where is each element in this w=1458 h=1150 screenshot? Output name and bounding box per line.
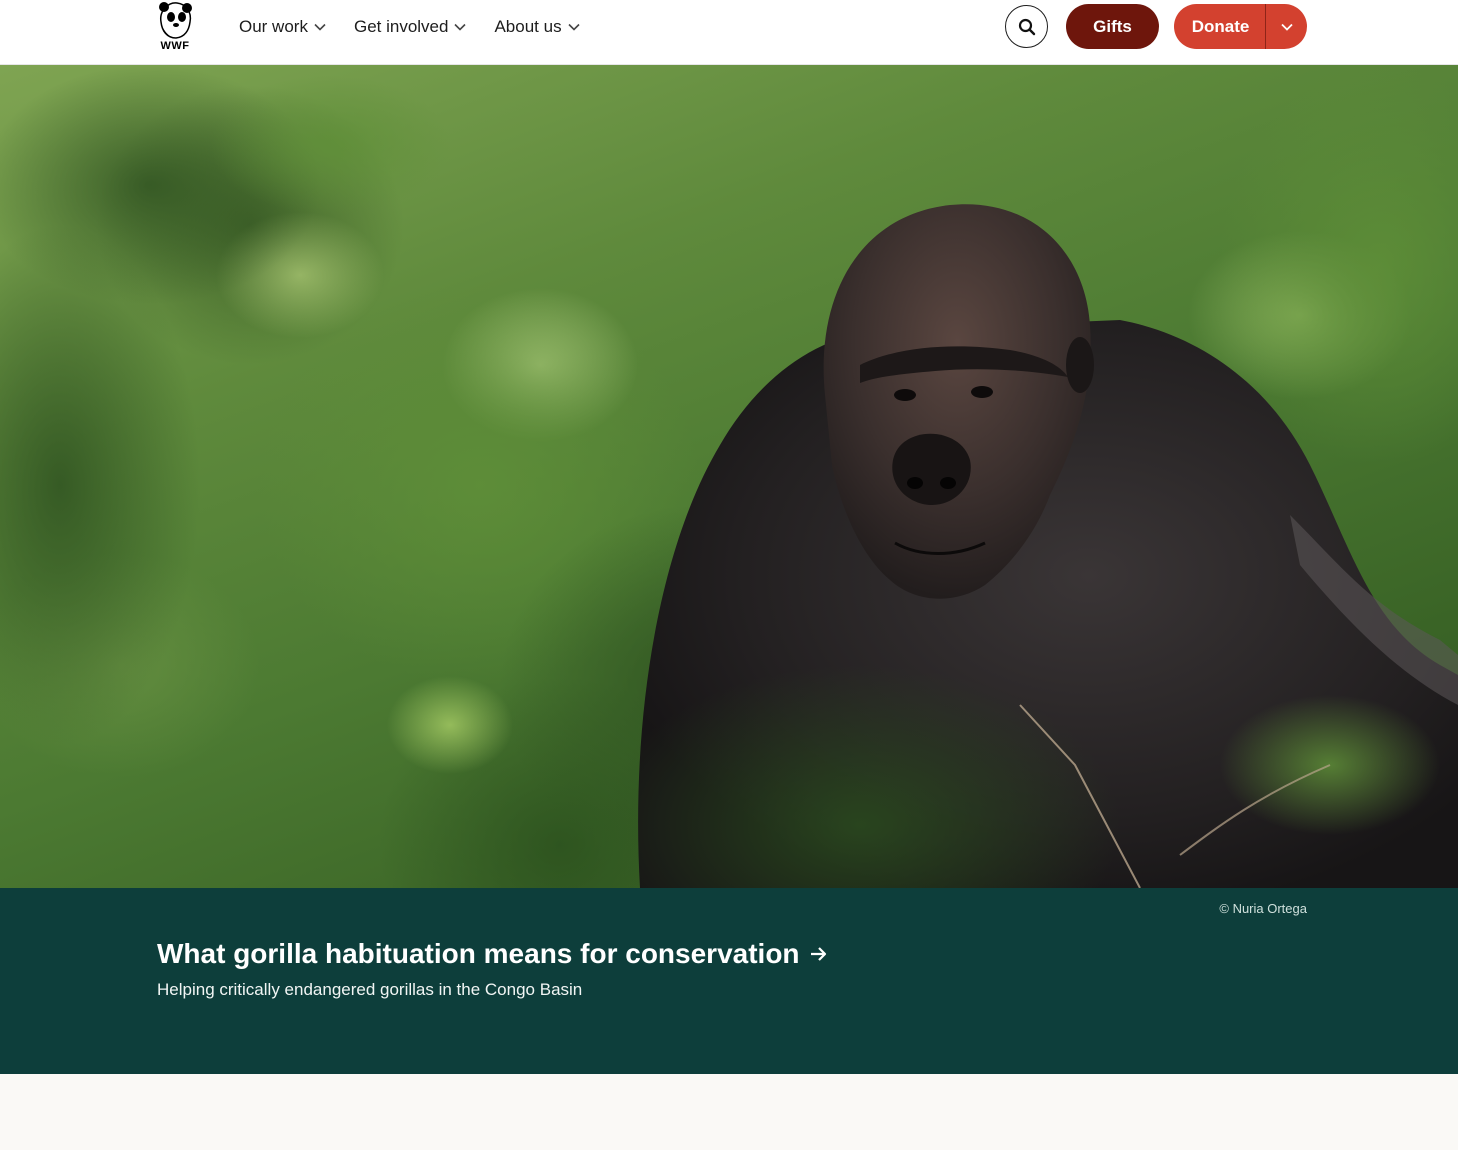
site-header: WWF Our work Get involved About us Gifts… <box>0 0 1458 65</box>
nav-item-get-involved[interactable]: Get involved <box>354 17 467 37</box>
nav-item-our-work[interactable]: Our work <box>239 17 326 37</box>
hero-image <box>0 65 1458 888</box>
search-icon <box>1018 18 1035 35</box>
story-subtitle: Helping critically endangered gorillas i… <box>157 980 583 999</box>
donate-menu-button[interactable] <box>1266 4 1307 49</box>
story-title-text: What gorilla habituation means for conse… <box>157 938 800 969</box>
gifts-button[interactable]: Gifts <box>1066 4 1159 49</box>
panda-logo-icon <box>159 2 192 39</box>
page-content-area <box>0 1074 1458 1150</box>
chevron-down-icon <box>1280 23 1293 31</box>
nav-item-label: About us <box>494 17 562 36</box>
arrow-right-icon <box>810 946 828 962</box>
search-button[interactable] <box>1005 5 1048 48</box>
donate-split-button: Donate <box>1174 4 1307 49</box>
nav-item-about-us[interactable]: About us <box>494 17 580 37</box>
gorilla-illustration <box>0 65 1458 888</box>
logo-text: WWF <box>160 40 190 52</box>
wwf-logo[interactable]: WWF <box>155 0 195 56</box>
chevron-down-icon <box>454 23 467 31</box>
nav-item-label: Get involved <box>353 17 449 36</box>
photo-credit: © Nuria Ortega <box>1219 901 1307 916</box>
donate-button[interactable]: Donate <box>1174 4 1265 49</box>
hero-caption-band: © Nuria Ortega What gorilla habituation … <box>0 888 1458 1074</box>
story-title-link[interactable]: What gorilla habituation means for conse… <box>157 938 828 970</box>
nav-item-label: Our work <box>239 17 308 36</box>
chevron-down-icon <box>568 23 580 31</box>
main-nav: Our work Get involved About us <box>239 0 608 54</box>
chevron-down-icon <box>314 23 326 31</box>
